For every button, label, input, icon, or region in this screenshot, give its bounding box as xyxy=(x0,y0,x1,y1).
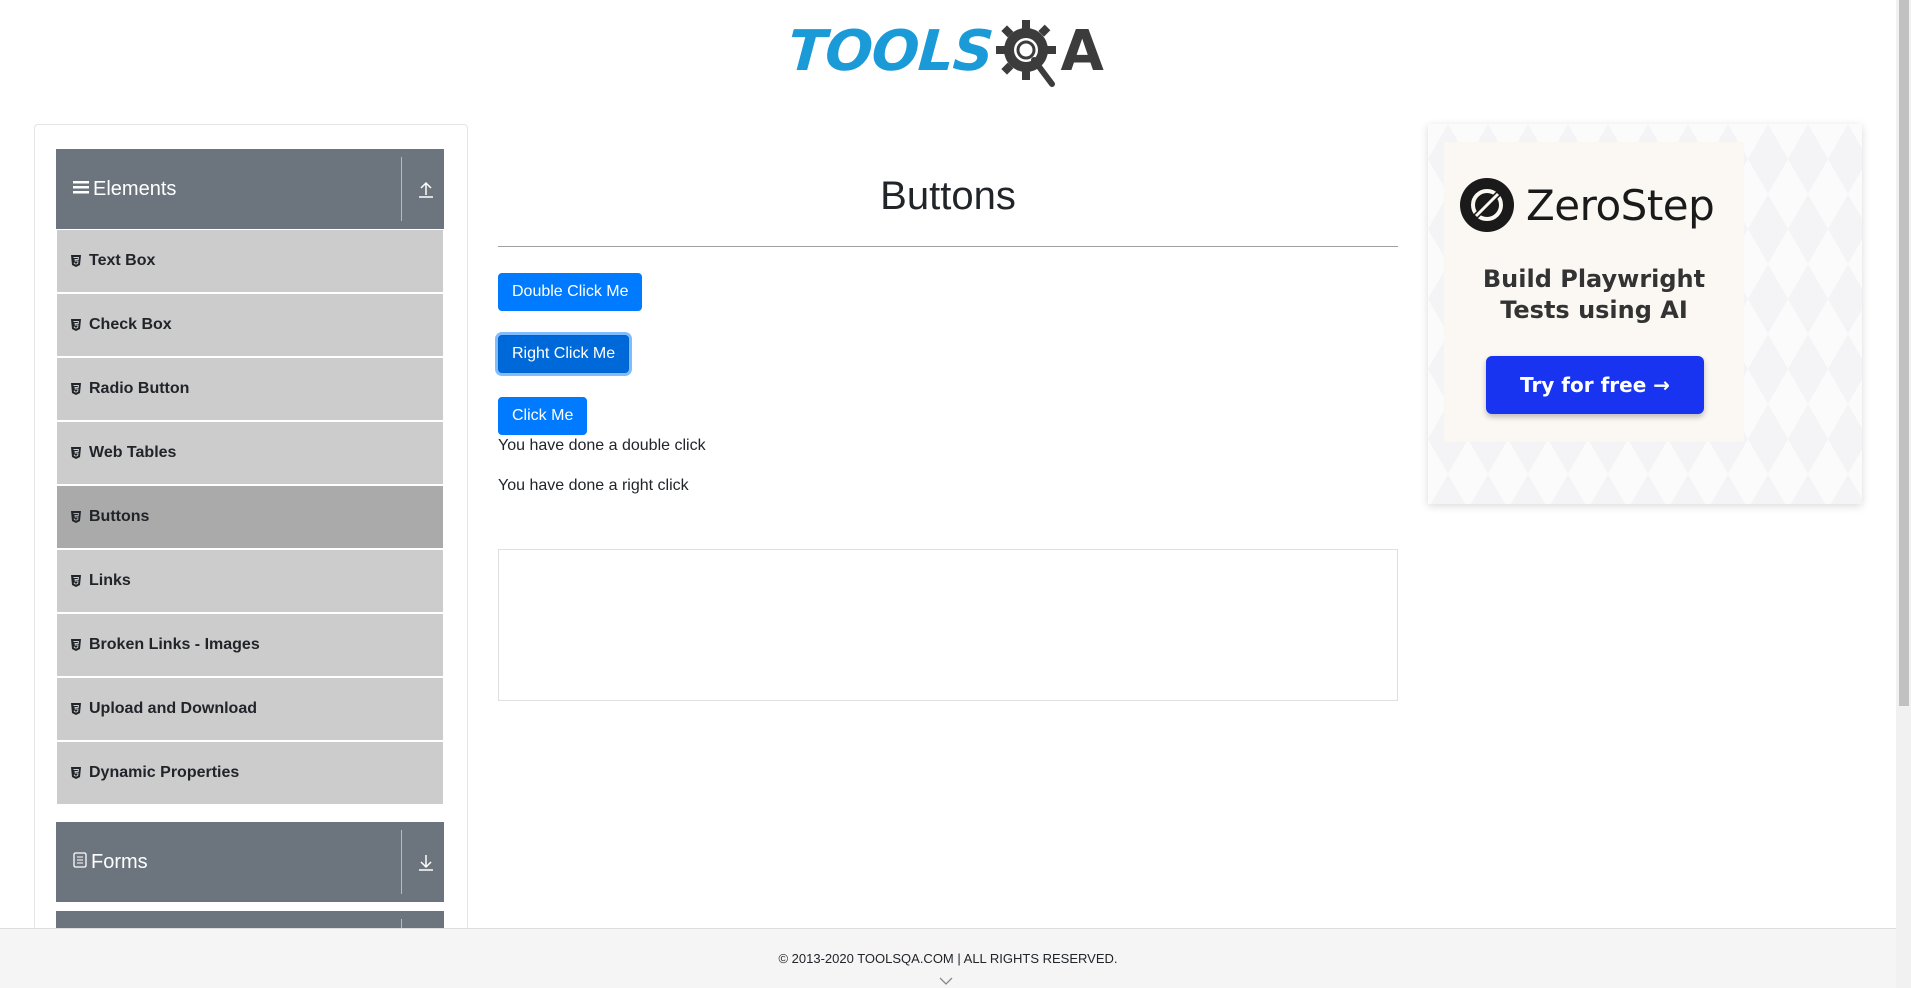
sidebar-item-label: Dynamic Properties xyxy=(89,764,240,781)
ad-brand: ZeroStep xyxy=(1460,178,1715,232)
gear-magnifier-icon xyxy=(994,16,1064,88)
left-sidebar: Elements Text Box Check Box Radio Button… xyxy=(34,124,468,964)
document-icon xyxy=(73,851,87,873)
html5-icon xyxy=(71,255,81,267)
chevron-down-icon[interactable] xyxy=(939,973,953,985)
sidebar-group-title: Elements xyxy=(93,177,177,200)
html5-icon xyxy=(71,511,81,523)
sidebar-item-label: Upload and Download xyxy=(89,700,257,717)
sidebar-item-links[interactable]: Links xyxy=(57,550,443,612)
title-divider xyxy=(498,246,1398,247)
right-click-button[interactable]: Right Click Me xyxy=(498,335,630,373)
divider xyxy=(401,830,402,894)
sidebar-item-radio-button[interactable]: Radio Button xyxy=(57,358,443,420)
expand-down-icon[interactable] xyxy=(418,854,434,872)
sidebar-item-label: Text Box xyxy=(89,252,156,269)
footer: © 2013-2020 TOOLSQA.COM | ALL RIGHTS RES… xyxy=(0,928,1896,988)
html5-icon xyxy=(71,319,81,331)
right-click-message: You have done a right click xyxy=(498,477,689,494)
sidebar-item-label: Broken Links - Images xyxy=(89,636,260,653)
zerostep-logo-icon xyxy=(1460,178,1514,232)
footer-copyright: © 2013-2020 TOOLSQA.COM | ALL RIGHTS RES… xyxy=(778,951,1118,966)
ad-placeholder-frame xyxy=(498,549,1398,701)
sidebar-item-buttons[interactable]: Buttons xyxy=(57,486,443,548)
toolsqa-logo[interactable]: TOOLS A xyxy=(785,14,1113,90)
ad-tagline: Build Playwright Tests using AI xyxy=(1444,264,1744,326)
collapse-up-icon[interactable] xyxy=(418,181,434,199)
sidebar-item-upload-and-download[interactable]: Upload and Download xyxy=(57,678,443,740)
sidebar-item-label: Check Box xyxy=(89,316,172,333)
sidebar-item-check-box[interactable]: Check Box xyxy=(57,294,443,356)
divider xyxy=(401,157,402,221)
ad-tagline-line2: Tests using AI xyxy=(1500,296,1688,324)
hamburger-icon xyxy=(73,179,89,200)
sidebar-item-label: Buttons xyxy=(89,508,150,525)
ad-try-free-button[interactable]: Try for free → xyxy=(1486,356,1704,414)
vertical-scrollbar-thumb[interactable] xyxy=(1899,0,1909,706)
sidebar-item-label: Radio Button xyxy=(89,380,190,397)
sidebar-item-label: Web Tables xyxy=(89,444,177,461)
logo-text-tools: TOOLS xyxy=(785,19,995,84)
advertisement[interactable]: ZeroStep Build Playwright Tests using AI… xyxy=(1428,124,1862,504)
sidebar-group-title: Forms xyxy=(91,850,148,873)
sidebar-item-text-box[interactable]: Text Box xyxy=(57,230,443,292)
ad-tagline-line1: Build Playwright xyxy=(1482,265,1706,293)
sidebar-item-label: Links xyxy=(89,572,131,589)
double-click-button[interactable]: Double Click Me xyxy=(498,273,643,311)
sidebar-item-broken-links-images[interactable]: Broken Links - Images xyxy=(57,614,443,676)
html5-icon xyxy=(71,639,81,651)
ad-card: ZeroStep Build Playwright Tests using AI… xyxy=(1444,142,1744,442)
html5-icon xyxy=(71,447,81,459)
page: TOOLS A Elements Text Box Check Box Radi… xyxy=(0,0,1911,988)
sidebar-item-dynamic-properties[interactable]: Dynamic Properties xyxy=(57,742,443,804)
sidebar-item-web-tables[interactable]: Web Tables xyxy=(57,422,443,484)
logo-text-a: A xyxy=(1060,19,1104,84)
click-me-button[interactable]: Click Me xyxy=(498,397,588,435)
page-title: Buttons xyxy=(880,174,1016,218)
double-click-message: You have done a double click xyxy=(498,437,706,454)
html5-icon xyxy=(71,703,81,715)
ad-brand-name: ZeroStep xyxy=(1526,180,1715,230)
sidebar-group-elements[interactable]: Elements xyxy=(56,149,444,229)
html5-icon xyxy=(71,767,81,779)
html5-icon xyxy=(71,575,81,587)
html5-icon xyxy=(71,383,81,395)
sidebar-group-forms[interactable]: Forms xyxy=(56,822,444,902)
